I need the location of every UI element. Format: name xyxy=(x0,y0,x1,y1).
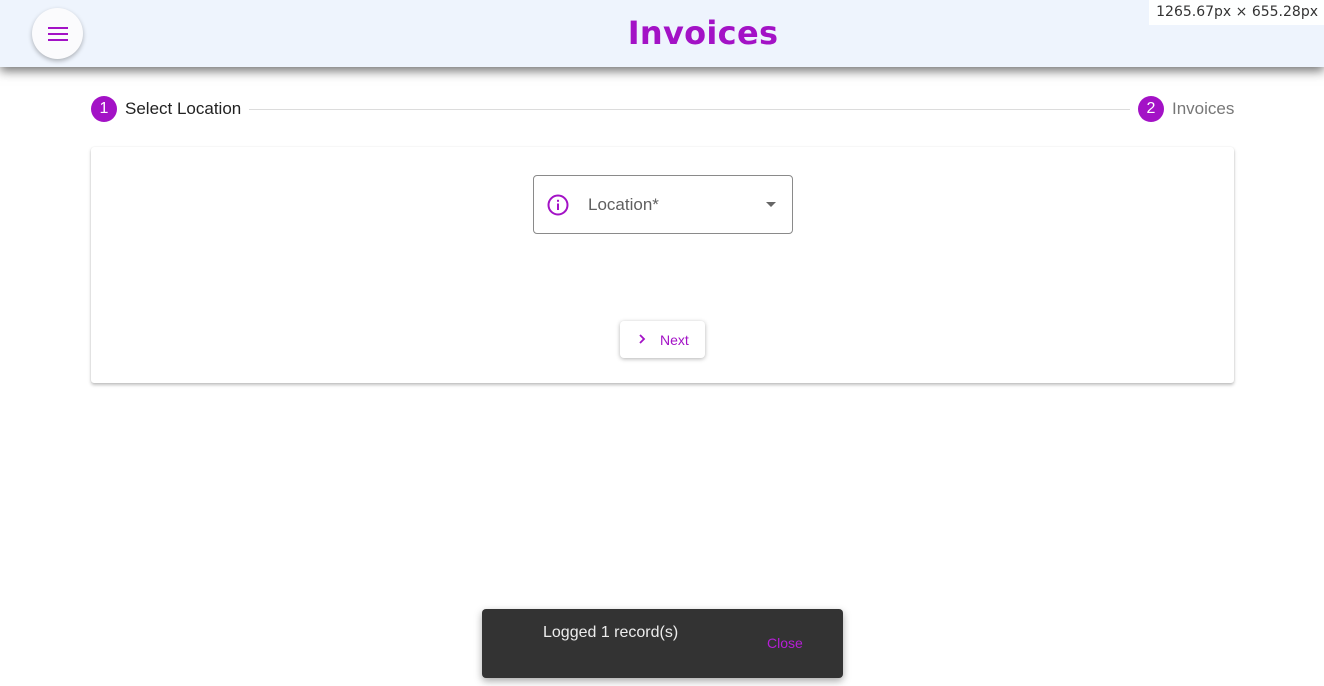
step-label: Invoices xyxy=(1172,99,1235,118)
stepper-connector-line xyxy=(249,109,1130,110)
location-select[interactable]: Location* xyxy=(533,175,793,234)
snackbar-close-button[interactable]: Close xyxy=(767,635,803,651)
snackbar-message: Logged 1 record(s) xyxy=(543,624,679,641)
dimension-readout: 1265.67px × 655.28px xyxy=(1149,0,1324,25)
next-button-label: Next xyxy=(660,332,689,348)
step-content-card: Location* Next xyxy=(91,147,1234,383)
next-button[interactable]: Next xyxy=(620,321,705,358)
info-icon xyxy=(547,194,569,216)
stepper-header xyxy=(66,67,1259,115)
step-number-badge: 2 xyxy=(1138,96,1164,122)
page-title: Invoices xyxy=(627,14,779,52)
snackbar: Logged 1 record(s) Close xyxy=(482,609,843,678)
page: 1265.67px × 655.28px Invoices 1 Select L… xyxy=(0,0,1324,686)
step-invoices[interactable]: 2 Invoices xyxy=(1138,96,1234,122)
dropdown-arrow-icon xyxy=(766,202,776,207)
location-field-label: Location* xyxy=(588,195,659,214)
top-app-bar: Invoices xyxy=(0,0,1324,67)
chevron-right-icon xyxy=(639,334,646,344)
step-select-location[interactable]: 1 Select Location xyxy=(91,96,241,122)
step-label: Select Location xyxy=(125,99,242,118)
step-number-badge: 1 xyxy=(91,96,117,122)
